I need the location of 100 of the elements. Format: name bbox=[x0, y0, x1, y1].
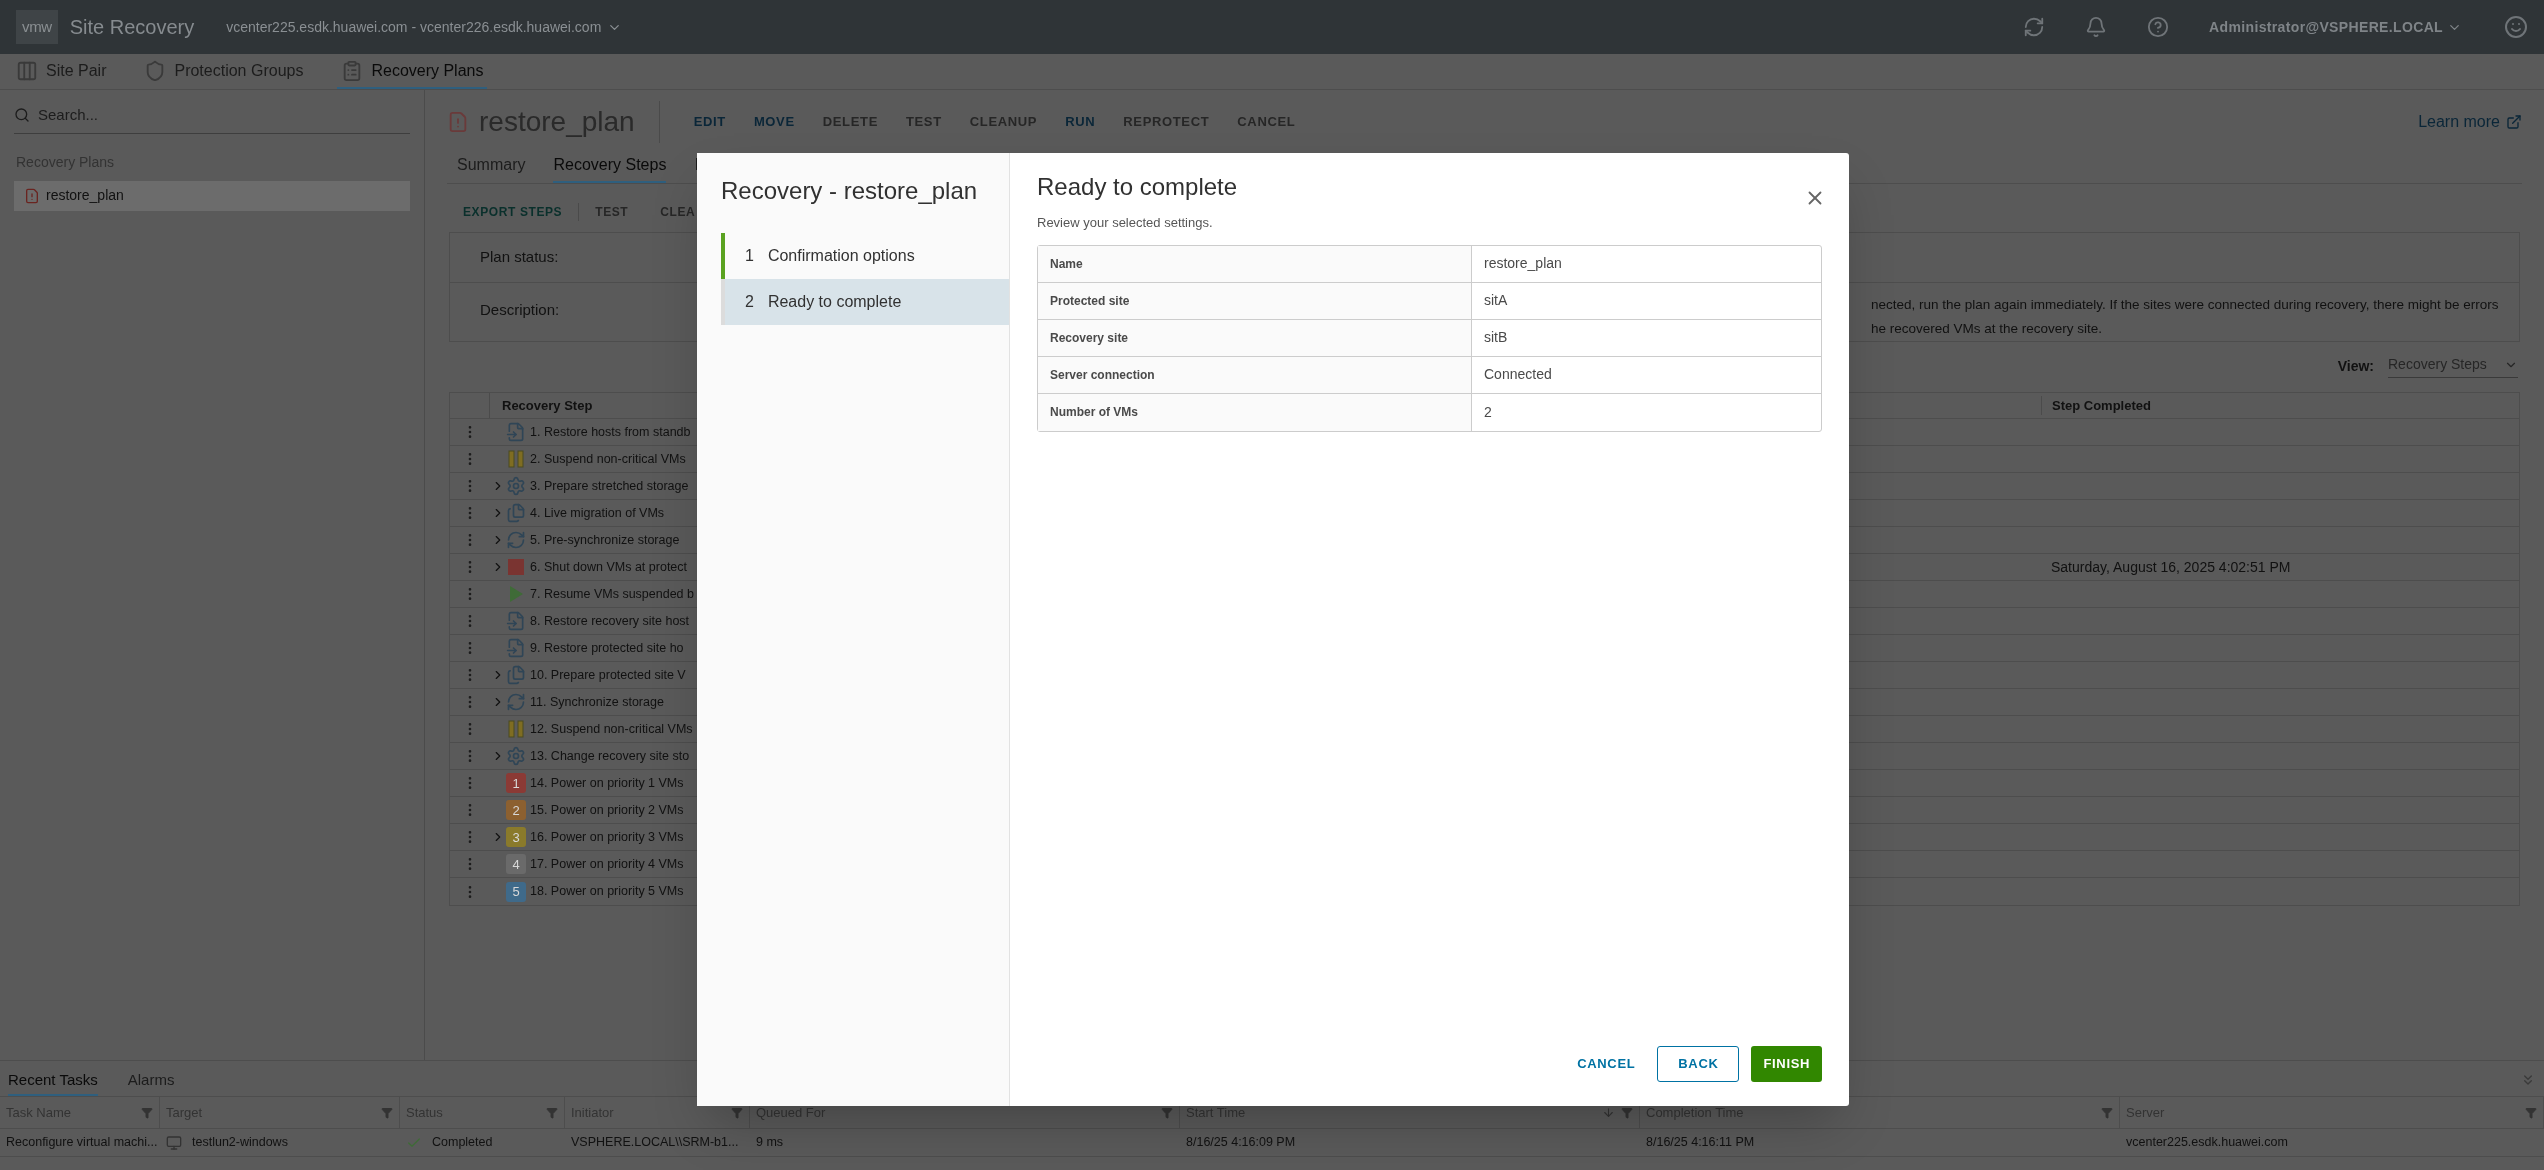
step-name: 13. Change recovery site sto bbox=[530, 747, 690, 765]
step-name: 12. Suspend non-critical VMs bbox=[530, 720, 693, 738]
filter-icon[interactable] bbox=[2101, 1106, 2113, 1119]
step-name: 4. Live migration of VMs bbox=[530, 504, 665, 522]
step-name: 18. Power on priority 5 VMs bbox=[530, 883, 684, 901]
site-pair-dropdown[interactable]: vcenter225.esdk.huawei.com - vcenter226.esdk.huawei.com bbox=[226, 16, 623, 38]
dialog-button[interactable]: BACK bbox=[1657, 1046, 1740, 1082]
action-button[interactable]: MOVE bbox=[753, 112, 795, 132]
step-name: 9. Restore protected site ho bbox=[530, 639, 684, 657]
priority-badge: 3 bbox=[506, 827, 526, 847]
dialog-button[interactable]: FINISH bbox=[1751, 1046, 1822, 1082]
priority-badge: 2 bbox=[506, 800, 526, 820]
view-label: View: bbox=[2337, 356, 2374, 376]
setting-label: Protected site bbox=[1050, 292, 1130, 310]
search-field[interactable]: Search... bbox=[38, 104, 410, 127]
help-icon[interactable] bbox=[2147, 16, 2170, 38]
step-name: 2. Suspend non-critical VMs bbox=[530, 450, 686, 468]
content-tab[interactable]: I bbox=[694, 153, 699, 183]
table-cell-text: testlun2-windows bbox=[192, 1134, 288, 1152]
play-icon bbox=[508, 585, 524, 603]
column-header: Step Completed bbox=[2041, 395, 2519, 416]
step-name: 6. Shut down VMs at protect bbox=[530, 558, 688, 576]
priority-badge: 4 bbox=[506, 854, 526, 874]
setting-label: Recovery site bbox=[1050, 329, 1129, 347]
sync-icon bbox=[506, 530, 526, 550]
table-cell: VSPHERE.LOCAL\\SRM-b1... bbox=[571, 1135, 739, 1150]
columns-icon bbox=[16, 59, 38, 82]
stop-icon bbox=[507, 558, 525, 576]
bell-icon[interactable] bbox=[2085, 16, 2108, 38]
setting-value: 2 bbox=[1484, 402, 1492, 422]
step-name: 10. Prepare protected site V bbox=[530, 666, 686, 684]
setting-label: Server connection bbox=[1050, 366, 1155, 384]
table-cell: 8/16/25 4:16:11 PM bbox=[1646, 1135, 1755, 1150]
external-link-icon bbox=[2506, 114, 2522, 130]
priority-badge: 5 bbox=[506, 881, 526, 902]
sync-icon bbox=[506, 692, 526, 712]
dialog-button[interactable]: CANCEL bbox=[1567, 1046, 1646, 1082]
table-cell: vcenter225.esdk.huawei.com bbox=[2126, 1135, 2288, 1150]
learn-more-link[interactable]: Learn more bbox=[2418, 110, 2522, 134]
filter-icon[interactable] bbox=[381, 1106, 393, 1119]
sort-icon[interactable] bbox=[1602, 1106, 1615, 1119]
vm-icon bbox=[166, 1134, 182, 1151]
refresh-icon[interactable] bbox=[2023, 16, 2046, 38]
documents-icon bbox=[506, 665, 526, 685]
action-button[interactable]: RUN bbox=[1065, 112, 1096, 132]
content-tab[interactable]: Recovery Steps bbox=[553, 153, 667, 183]
setting-value: sitB bbox=[1484, 328, 1508, 347]
wizard-step[interactable]: 2 Ready to complete bbox=[721, 279, 1009, 325]
step-name: 1. Restore hosts from standb bbox=[530, 423, 691, 441]
filter-icon[interactable] bbox=[1621, 1106, 1633, 1119]
content-tab[interactable]: Summary bbox=[457, 153, 526, 183]
step-name: 3. Prepare stretched storage bbox=[530, 477, 689, 495]
filter-icon[interactable] bbox=[141, 1106, 153, 1119]
step-name: 17. Power on priority 4 VMs bbox=[530, 855, 684, 873]
setting-label: Name bbox=[1050, 255, 1083, 273]
tasks-tab[interactable]: Alarms bbox=[127, 1068, 175, 1096]
tasks-tab[interactable]: Recent Tasks bbox=[8, 1068, 98, 1096]
step-name: 14. Power on priority 1 VMs bbox=[530, 774, 684, 792]
field-label: Description: bbox=[480, 300, 560, 320]
description-text: nected, run the plan again immediately. If the sites were connected during recovery, there might be errors bbox=[1871, 296, 2499, 314]
action-button[interactable]: EDIT bbox=[693, 112, 726, 132]
nav-tab[interactable]: Protection Groups bbox=[140, 54, 308, 89]
pause-icon bbox=[508, 450, 524, 468]
plan-error-icon bbox=[24, 187, 40, 204]
table-cell: Reconfigure virtual machi... bbox=[6, 1135, 158, 1150]
dialog-heading: Ready to complete bbox=[1037, 172, 1239, 202]
plan-error-icon bbox=[447, 111, 469, 133]
user-menu[interactable]: Administrator@VSPHERE.LOCAL bbox=[2209, 16, 2462, 38]
step-name: 15. Power on priority 2 VMs bbox=[530, 801, 684, 819]
setting-label: Number of VMs bbox=[1050, 404, 1138, 421]
step-name: 11. Synchronize storage bbox=[530, 693, 664, 711]
table-cell: 8/16/25 4:16:09 PM bbox=[1186, 1135, 1296, 1150]
nav-tab[interactable]: Recovery Plans bbox=[337, 54, 488, 89]
gear-icon bbox=[506, 746, 526, 766]
description-text: he recovered VMs at the recovery site. bbox=[1871, 320, 2103, 338]
step-action-button[interactable]: EXPORT STEPS bbox=[447, 203, 580, 221]
filter-icon[interactable] bbox=[731, 1106, 743, 1119]
dialog-subtitle: Review your selected settings. bbox=[1037, 214, 1214, 232]
setting-value: Connected bbox=[1484, 365, 1552, 384]
priority-badge: 1 bbox=[506, 773, 526, 793]
smiley-icon[interactable] bbox=[2504, 15, 2528, 39]
gear-icon bbox=[506, 476, 526, 496]
pause-icon bbox=[508, 720, 524, 738]
setting-value: restore_plan bbox=[1484, 254, 1562, 273]
column-header: Recovery Step bbox=[502, 396, 594, 415]
step-name: 5. Pre-synchronize storage bbox=[530, 531, 680, 549]
app-title: Site Recovery bbox=[69, 15, 195, 40]
filter-icon[interactable] bbox=[1161, 1106, 1173, 1119]
step-name: 16. Power on priority 3 VMs bbox=[530, 828, 684, 846]
field-label: Plan status: bbox=[480, 247, 559, 268]
table-cell: 9 ms bbox=[756, 1135, 784, 1150]
step-name: 7. Resume VMs suspended b bbox=[530, 585, 694, 603]
table-cell-text: Completed bbox=[432, 1134, 493, 1152]
step-name: 8. Restore recovery site host bbox=[530, 612, 690, 630]
tree-item[interactable]: restore_plan bbox=[14, 180, 410, 211]
nav-tab[interactable]: Site Pair bbox=[12, 54, 111, 89]
filter-icon[interactable] bbox=[2525, 1106, 2537, 1119]
search-icon bbox=[14, 107, 30, 124]
document-arrow-icon bbox=[506, 422, 526, 442]
filter-icon[interactable] bbox=[546, 1106, 558, 1119]
